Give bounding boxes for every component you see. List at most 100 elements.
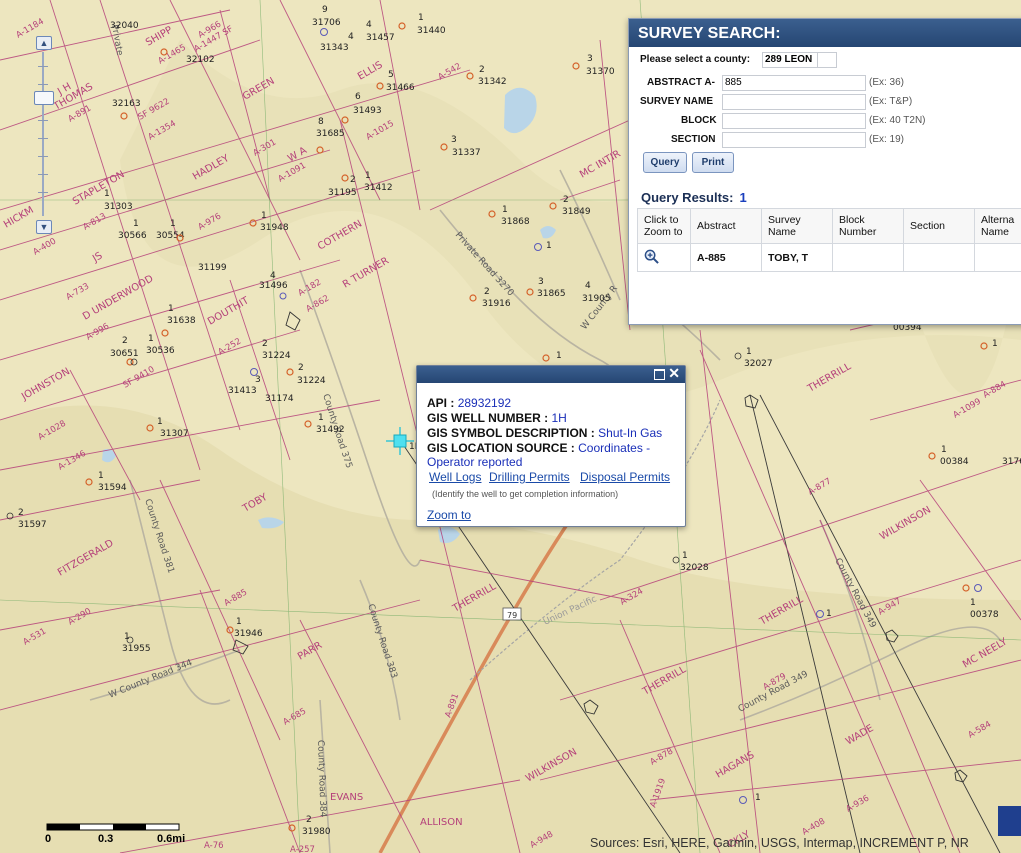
- svg-text:1: 1: [261, 211, 267, 221]
- zoom-tick: [38, 138, 48, 139]
- svg-text:31905: 31905: [582, 294, 611, 304]
- abstract-input[interactable]: 885: [722, 75, 866, 91]
- svg-text:1: 1: [418, 13, 424, 23]
- svg-text:31706: 31706: [312, 18, 341, 28]
- svg-text:31492: 31492: [316, 425, 345, 435]
- svg-text:1: 1: [236, 617, 242, 627]
- location-value: Coordinates -: [578, 441, 651, 455]
- api-row: API : 28932192: [427, 396, 511, 410]
- symbol-value: Shut-In Gas: [598, 426, 663, 440]
- col-zoom-to: Click to Zoom to: [637, 208, 691, 244]
- svg-text:4: 4: [366, 20, 372, 30]
- svg-text:1: 1: [970, 598, 976, 608]
- svg-text:32028: 32028: [680, 563, 709, 573]
- svg-text:4: 4: [270, 271, 276, 281]
- svg-text:3176: 3176: [1002, 457, 1021, 467]
- svg-text:9: 9: [322, 5, 328, 15]
- svg-text:30536: 30536: [146, 346, 175, 356]
- survey-name-input[interactable]: [722, 94, 866, 110]
- well-info-popup: ✕ API : 28932192 GIS WELL NUMBER : 1H GI…: [416, 365, 686, 527]
- close-icon[interactable]: ✕: [668, 365, 680, 382]
- abstract-example: (Ex: 36): [869, 77, 905, 88]
- svg-text:1: 1: [148, 334, 154, 344]
- zoom-to-link[interactable]: Zoom to: [427, 508, 471, 522]
- print-button[interactable]: Print: [692, 152, 734, 173]
- api-value: 28932192: [457, 396, 512, 410]
- svg-text:31496: 31496: [259, 281, 288, 291]
- query-results-heading: Query Results: 1: [641, 190, 747, 205]
- zoom-in-button[interactable]: ▲: [36, 36, 52, 50]
- well-logs-link[interactable]: Well Logs: [429, 470, 481, 484]
- svg-text:1: 1: [98, 471, 104, 481]
- svg-text:2: 2: [122, 336, 128, 346]
- block-example: (Ex: 40 T2N): [869, 115, 926, 126]
- svg-text:79: 79: [507, 611, 517, 620]
- svg-text:32102: 32102: [186, 55, 215, 65]
- col-abstract: Abstract: [690, 208, 762, 244]
- svg-text:31199: 31199: [198, 263, 227, 273]
- svg-text:31307: 31307: [160, 429, 189, 439]
- svg-text:30554: 30554: [156, 231, 185, 241]
- svg-text:1: 1: [502, 205, 508, 215]
- svg-text:31303: 31303: [104, 202, 133, 212]
- svg-text:1: 1: [133, 219, 139, 229]
- col-section: Section: [903, 208, 975, 244]
- svg-text:31955: 31955: [122, 644, 151, 654]
- col-alternate-name: Alterna Name: [974, 208, 1021, 244]
- svg-text:31457: 31457: [366, 33, 395, 43]
- svg-text:31370: 31370: [586, 67, 615, 77]
- svg-text:2: 2: [563, 195, 569, 205]
- survey-search-title: SURVEY SEARCH:: [629, 19, 1021, 47]
- well-number-value: 1H: [551, 411, 567, 425]
- section-input[interactable]: [722, 132, 866, 148]
- svg-text:31597: 31597: [18, 520, 47, 530]
- svg-text:1: 1: [318, 413, 324, 423]
- svg-text:32040: 32040: [110, 21, 139, 31]
- county-select[interactable]: 289 LEON: [762, 52, 820, 68]
- county-label: Please select a county:: [640, 54, 751, 65]
- zoom-tick: [38, 84, 48, 85]
- zoom-magnifier-icon[interactable]: [644, 249, 659, 264]
- symbol-label: GIS SYMBOL DESCRIPTION :: [427, 426, 595, 440]
- maximize-icon[interactable]: [654, 369, 665, 380]
- svg-text:5: 5: [388, 70, 394, 80]
- svg-text:1: 1: [170, 219, 176, 229]
- svg-text:31412: 31412: [364, 183, 393, 193]
- drilling-permits-link[interactable]: Drilling Permits: [489, 470, 570, 484]
- symbol-row: GIS SYMBOL DESCRIPTION : Shut-In Gas: [427, 426, 662, 440]
- svg-text:31594: 31594: [98, 483, 127, 493]
- disposal-permits-link[interactable]: Disposal Permits: [580, 470, 670, 484]
- scale-label-0: 0: [45, 833, 52, 845]
- svg-text:31343: 31343: [320, 43, 349, 53]
- block-input[interactable]: [722, 113, 866, 129]
- svg-text:1: 1: [157, 417, 163, 427]
- svg-text:2: 2: [479, 65, 485, 75]
- survey-name-cell: TOBY, T: [761, 243, 833, 272]
- svg-text:31174: 31174: [265, 394, 294, 404]
- county-select-arrow[interactable]: [817, 52, 837, 68]
- svg-text:00378: 00378: [970, 610, 999, 620]
- svg-text:31868: 31868: [501, 217, 530, 227]
- svg-text:32027: 32027: [744, 359, 773, 369]
- query-button[interactable]: Query: [643, 152, 687, 173]
- zoom-out-button[interactable]: ▼: [36, 220, 52, 234]
- svg-text:1: 1: [365, 171, 371, 181]
- svg-text:31493: 31493: [353, 106, 382, 116]
- zoom-thumb[interactable]: [34, 91, 54, 105]
- zoom-tick: [38, 120, 48, 121]
- scale-label-2: 0.6mi: [157, 833, 186, 845]
- svg-text:31466: 31466: [386, 83, 415, 93]
- location-label: GIS LOCATION SOURCE :: [427, 441, 575, 455]
- zoom-to-cell[interactable]: [637, 243, 691, 272]
- svg-text:4: 4: [585, 281, 591, 291]
- query-results-label: Query Results:: [641, 190, 734, 205]
- svg-text:2: 2: [298, 363, 304, 373]
- svg-text:31440: 31440: [417, 26, 446, 36]
- completion-note: (Identify the well to get completion inf…: [432, 489, 619, 499]
- svg-text:1: 1: [546, 241, 552, 251]
- svg-text:1: 1: [992, 339, 998, 349]
- zoom-slider[interactable]: ▲ ▼: [34, 36, 54, 236]
- zoom-tick: [38, 156, 48, 157]
- svg-text:1: 1: [168, 304, 174, 314]
- svg-text:31849: 31849: [562, 207, 591, 217]
